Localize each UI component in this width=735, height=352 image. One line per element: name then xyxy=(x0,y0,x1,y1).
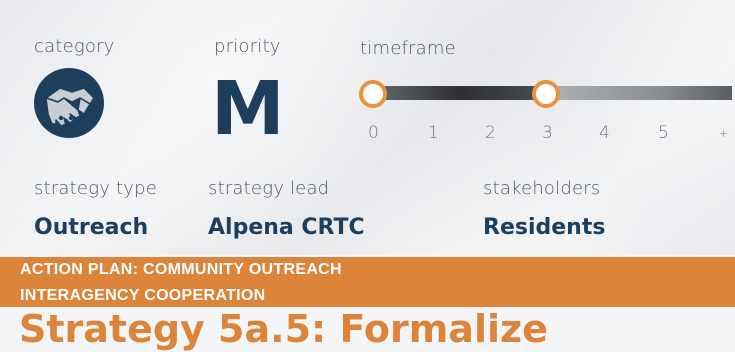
priority-label: priority xyxy=(214,36,281,57)
stakeholders-value: Residents xyxy=(483,215,606,240)
timeframe-tick-1: 1 xyxy=(428,123,439,143)
strategy-title: Strategy 5a.5: Formalize xyxy=(19,307,548,351)
timeframe-tick-4: 4 xyxy=(599,123,610,143)
banner-title-line1: ACTION PLAN: COMMUNITY OUTREACH xyxy=(20,261,342,278)
strategy-lead-value: Alpena CRTC xyxy=(208,215,365,240)
timeframe-tick-3: 3 xyxy=(542,123,553,143)
timeframe-range-fill xyxy=(373,86,546,100)
handshake-icon xyxy=(34,68,104,138)
timeframe-start-handle[interactable] xyxy=(359,80,387,108)
timeframe-tick-0: 0 xyxy=(368,123,379,143)
banner-title-line2: INTERAGENCY COOPERATION xyxy=(20,287,266,304)
timeframe-label: timeframe xyxy=(360,38,456,59)
timeframe-tick-5: 5 xyxy=(658,123,669,143)
priority-value: M xyxy=(211,66,285,152)
timeframe-end-handle[interactable] xyxy=(531,80,560,108)
strategy-type-label: strategy type xyxy=(34,178,157,199)
stakeholders-label: stakeholders xyxy=(483,178,601,199)
timeframe-tick-plus: + xyxy=(719,127,729,140)
category-label: category xyxy=(34,36,115,57)
timeframe-tick-2: 2 xyxy=(485,123,496,143)
strategy-lead-label: strategy lead xyxy=(208,178,330,199)
action-plan-banner: ACTION PLAN: COMMUNITY OUTREACH INTERAGE… xyxy=(0,257,735,307)
strategy-type-value: Outreach xyxy=(34,215,149,240)
